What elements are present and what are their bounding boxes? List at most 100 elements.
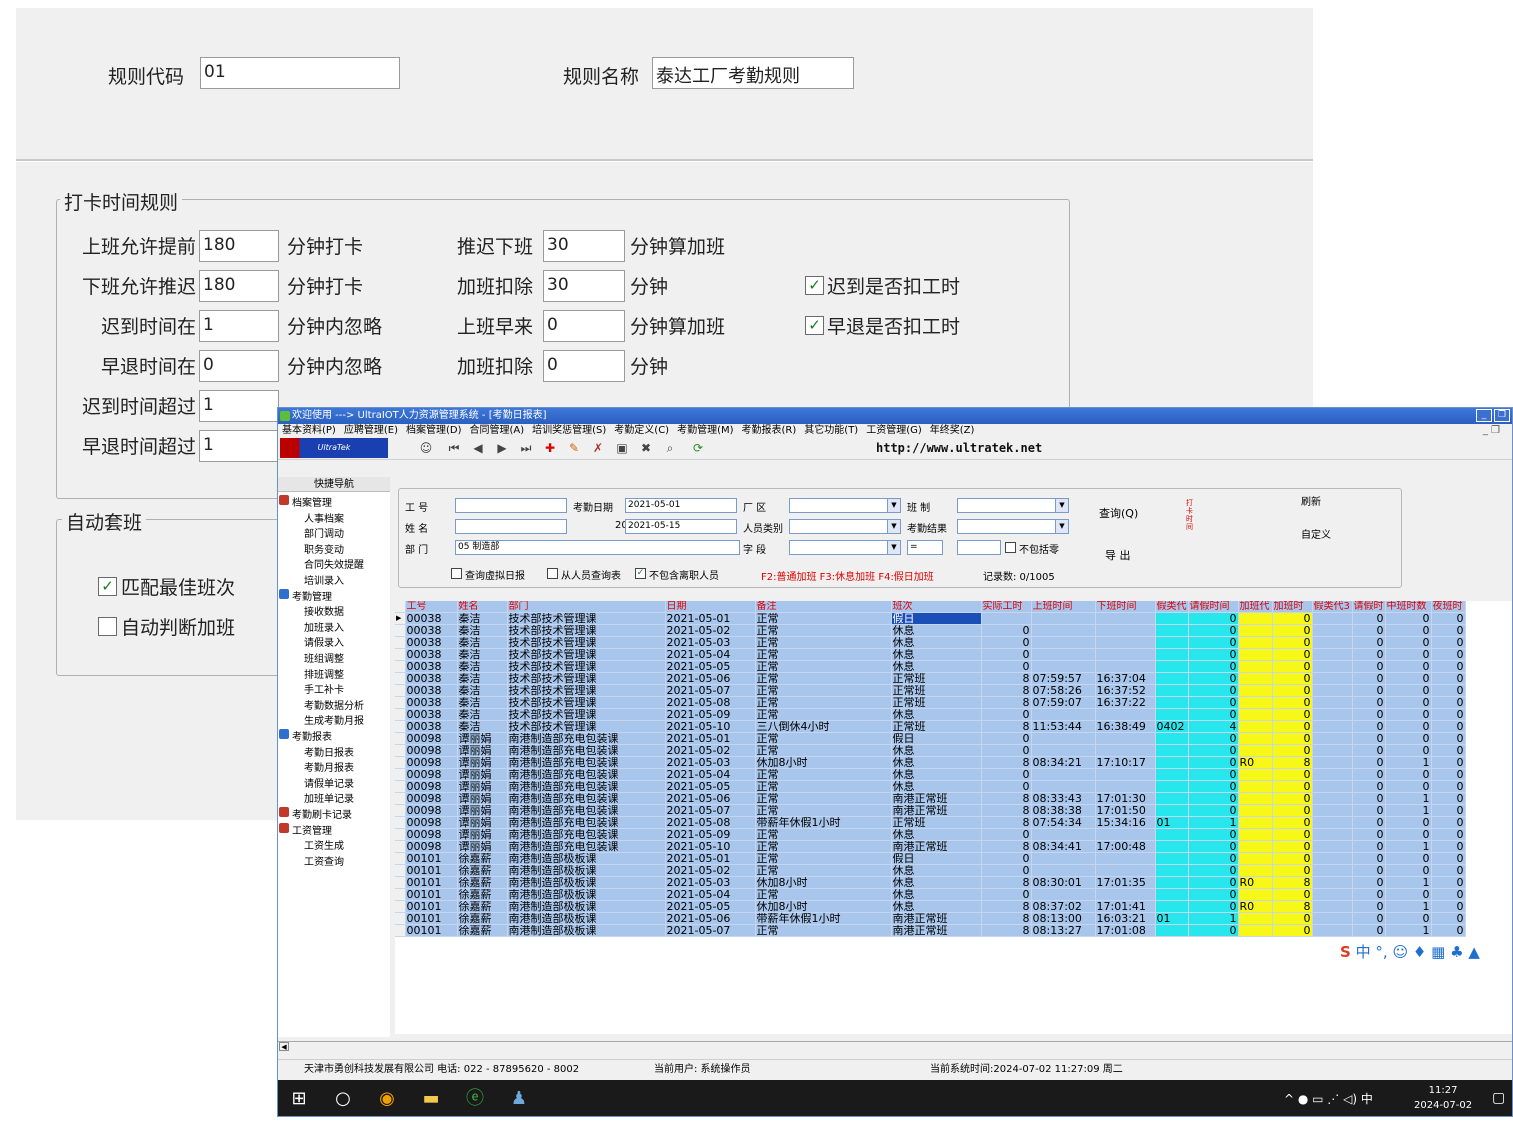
table-cell[interactable]: 0	[1272, 780, 1313, 793]
table-cell[interactable]: 南港制造部充电包装课	[507, 744, 666, 757]
table-cell[interactable]: 16:38:49	[1095, 720, 1156, 733]
table-cell[interactable]	[1312, 624, 1353, 637]
table-cell[interactable]	[1031, 744, 1096, 757]
table-row[interactable]: 00098 谭丽娟 南港制造部充电包装课 2021-05-03 休加8小时 休息 8 08:3…	[395, 756, 1466, 769]
table-cell[interactable]: 0	[1272, 612, 1313, 625]
table-cell[interactable]	[1238, 828, 1273, 841]
table-cell[interactable]	[1238, 672, 1273, 685]
table-cell[interactable]: 0	[1188, 660, 1239, 673]
table-cell[interactable]: 南港制造部充电包装课	[507, 780, 666, 793]
sidebar-item[interactable]: 人事档案	[304, 510, 344, 525]
table-cell[interactable]: 0	[1272, 636, 1313, 649]
table-cell[interactable]	[1312, 612, 1353, 625]
column-header[interactable]: 加班时	[1272, 601, 1313, 613]
table-cell[interactable]: 南港制造部充电包装课	[507, 768, 666, 781]
table-cell[interactable]: 徐嘉薪	[457, 900, 508, 913]
table-cell[interactable]: 0	[1272, 912, 1313, 925]
table-cell[interactable]: 00098	[405, 840, 458, 853]
from-staff-checkbox[interactable]	[547, 568, 558, 579]
table-cell[interactable]: 南港制造部充电包装课	[507, 792, 666, 805]
table-cell[interactable]: 00101	[405, 852, 458, 865]
table-cell[interactable]: 2021-05-06	[665, 912, 756, 925]
table-cell[interactable]: 休息	[891, 708, 982, 721]
table-cell[interactable]: 0	[1431, 648, 1466, 661]
table-cell[interactable]: 0	[1431, 624, 1466, 637]
table-cell[interactable]: 秦洁	[457, 648, 508, 661]
table-cell[interactable]: 2021-05-04	[665, 888, 756, 901]
table-row[interactable]: 00098 谭丽娟 南港制造部充电包装课 2021-05-01 正常 假日 0 0 0 0 0 0	[395, 732, 1466, 745]
table-cell[interactable]: 08:37:02	[1031, 900, 1096, 913]
table-cell[interactable]: 休息	[891, 648, 982, 661]
table-cell[interactable]: 0	[1431, 780, 1466, 793]
table-cell[interactable]: 1	[1385, 876, 1432, 889]
rule-value-input-2[interactable]: 30	[543, 230, 625, 262]
table-cell[interactable]	[1095, 660, 1156, 673]
refresh-icon[interactable]: ⟳	[690, 440, 706, 456]
table-cell[interactable]: 2021-05-10	[665, 720, 756, 733]
first-record-icon[interactable]: ⏮	[446, 440, 462, 456]
table-cell[interactable]: 0	[1385, 780, 1432, 793]
table-cell[interactable]: 11:53:44	[1031, 720, 1096, 733]
table-cell[interactable]: 0	[1352, 696, 1386, 709]
table-cell[interactable]: 0	[981, 744, 1032, 757]
table-cell[interactable]: 8	[1272, 900, 1313, 913]
table-cell[interactable]	[1312, 720, 1353, 733]
table-cell[interactable]: 00101	[405, 912, 458, 925]
staff-type-select[interactable]: ▼	[789, 519, 901, 534]
table-cell[interactable]	[1155, 792, 1189, 805]
table-cell[interactable]: 正常班	[891, 672, 982, 685]
sidebar-item[interactable]: 请假单记录	[304, 775, 354, 790]
table-cell[interactable]: 8	[981, 816, 1032, 829]
table-cell[interactable]: 0	[1431, 852, 1466, 865]
table-cell[interactable]: 0	[1188, 828, 1239, 841]
table-cell[interactable]: 0	[1385, 732, 1432, 745]
table-cell[interactable]: 2021-05-08	[665, 696, 756, 709]
sidebar-item[interactable]: 接收数据	[304, 603, 344, 618]
table-cell[interactable]: 南港制造部充电包装课	[507, 816, 666, 829]
table-cell[interactable]: 秦洁	[457, 684, 508, 697]
table-cell[interactable]: 0	[981, 864, 1032, 877]
table-cell[interactable]: 0	[1352, 852, 1386, 865]
menu-item[interactable]: 年终奖(Z)	[930, 424, 975, 438]
table-cell[interactable]: 2021-05-07	[665, 924, 756, 937]
table-cell[interactable]	[1312, 864, 1353, 877]
table-cell[interactable]	[981, 612, 1032, 625]
menu-item[interactable]: 考勤管理(M)	[677, 424, 733, 438]
table-cell[interactable]: 0	[1188, 624, 1239, 637]
sidebar-item[interactable]: 工资查询	[304, 853, 344, 868]
table-cell[interactable]: 正常	[755, 672, 892, 685]
table-cell[interactable]: 16:03:21	[1095, 912, 1156, 925]
table-cell[interactable]: 正常班	[891, 720, 982, 733]
table-cell[interactable]	[1155, 744, 1189, 757]
column-header[interactable]: 姓名	[457, 601, 508, 613]
table-row[interactable]: 00098 谭丽娟 南港制造部充电包装课 2021-05-04 正常 休息 0 0 0 0 0 0	[395, 768, 1466, 781]
table-cell[interactable]: 0	[1431, 756, 1466, 769]
table-cell[interactable]	[1155, 708, 1189, 721]
table-cell[interactable]: 00038	[405, 636, 458, 649]
sidebar-item[interactable]: 考勤日报表	[304, 744, 354, 759]
table-cell[interactable]: 正常	[755, 612, 892, 625]
column-header[interactable]: 请假时	[1352, 601, 1386, 613]
table-cell[interactable]: 2021-05-09	[665, 828, 756, 841]
auto-overtime-checkbox[interactable]	[98, 617, 117, 636]
table-cell[interactable]: 0	[1431, 744, 1466, 757]
punctuation-icon[interactable]: °,	[1375, 943, 1387, 961]
table-cell[interactable]: 07:58:26	[1031, 684, 1096, 697]
mdi-controls[interactable]: _ ❐	[1483, 424, 1500, 438]
table-row[interactable]: 00098 谭丽娟 南港制造部充电包装课 2021-05-05 正常 休息 0 0 0 0 0 0	[395, 780, 1466, 793]
table-cell[interactable]: 秦洁	[457, 624, 508, 637]
table-cell[interactable]: 0	[1272, 648, 1313, 661]
table-cell[interactable]: 0	[1352, 708, 1386, 721]
chrome-icon[interactable]: ◉	[376, 1088, 398, 1110]
table-cell[interactable]: 0	[1385, 624, 1432, 637]
table-cell[interactable]: 0	[1188, 924, 1239, 937]
rule-value-input-2[interactable]: 30	[543, 270, 625, 302]
sidebar-item[interactable]: 职务变动	[304, 541, 344, 556]
table-cell[interactable]	[1155, 852, 1189, 865]
dropdown-arrow-icon[interactable]: ▼	[887, 541, 900, 554]
table-cell[interactable]: 0	[1385, 816, 1432, 829]
table-cell[interactable]: 0	[1272, 732, 1313, 745]
table-cell[interactable]	[1095, 648, 1156, 661]
table-cell[interactable]: 0	[1188, 708, 1239, 721]
table-cell[interactable]: 三八倒休4小时	[755, 720, 892, 733]
